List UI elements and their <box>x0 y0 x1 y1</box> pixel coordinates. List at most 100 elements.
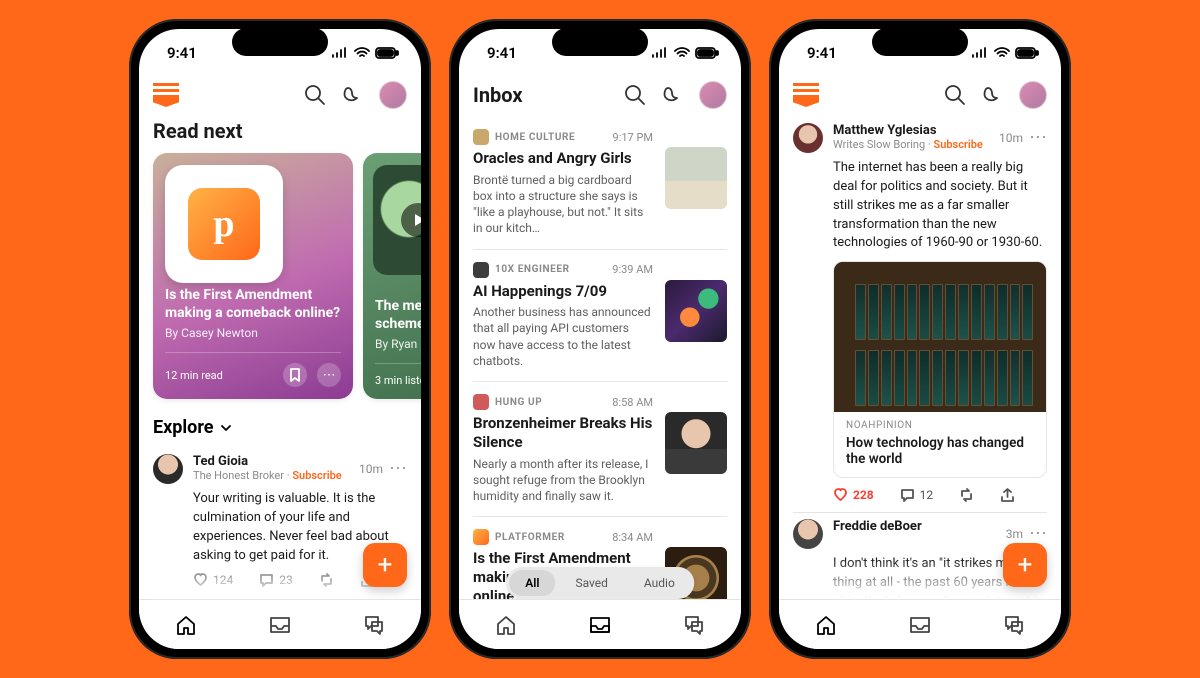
card-cover <box>165 165 283 283</box>
restack-button[interactable] <box>319 573 334 587</box>
inbox-excerpt: Brontë turned a big cardboard box into a… <box>473 172 653 237</box>
nav-inbox-icon[interactable] <box>907 612 933 638</box>
inbox-time: 8:58 AM <box>612 396 653 409</box>
app-header <box>779 73 1061 117</box>
inbox-time: 9:17 PM <box>613 131 653 144</box>
author-avatar[interactable] <box>793 519 823 549</box>
status-time: 9:41 <box>807 44 837 62</box>
profile-avatar[interactable] <box>699 81 727 109</box>
wifi-icon <box>674 47 690 59</box>
profile-avatar[interactable] <box>379 81 407 109</box>
author-avatar[interactable] <box>153 454 183 484</box>
dynamic-island <box>552 28 648 56</box>
publication-name: HUNG UP <box>495 397 542 408</box>
comment-button[interactable]: 12 <box>900 488 934 502</box>
inbox-time: 8:34 AM <box>612 531 653 544</box>
author-publication: Writes Slow Boring · Subscribe <box>833 138 989 151</box>
author-name[interactable]: Freddie deBoer <box>833 519 996 534</box>
more-icon[interactable]: ⋯ <box>1029 129 1047 147</box>
embedded-post[interactable]: NOAHPINION How technology has changed th… <box>833 261 1047 478</box>
card-cover <box>373 165 421 275</box>
activity-icon[interactable] <box>341 83 365 107</box>
nav-home-icon[interactable] <box>493 612 519 638</box>
card-author: By Casey Newton <box>165 326 341 340</box>
search-icon[interactable] <box>623 83 647 107</box>
read-next-carousel[interactable]: Is the First Amendment making a comeback… <box>153 153 407 399</box>
phone-home: 9:41 <box>129 19 431 659</box>
like-button[interactable]: 124 <box>193 573 233 587</box>
note-time: 3m <box>1006 527 1023 541</box>
publication-name: HOME CULTURE <box>495 132 575 143</box>
battery-icon <box>375 47 399 59</box>
inbox-thumbnail <box>665 147 727 209</box>
publication-icon <box>473 129 489 145</box>
note-time: 10m <box>999 131 1023 145</box>
compose-fab[interactable]: + <box>1003 543 1047 587</box>
subscribe-link[interactable]: Subscribe <box>292 469 341 482</box>
bookmark-icon[interactable] <box>283 363 307 387</box>
embed-image <box>834 262 1046 412</box>
nav-home-icon[interactable] <box>173 612 199 638</box>
activity-icon[interactable] <box>981 83 1005 107</box>
nav-chat-icon[interactable] <box>1001 612 1027 638</box>
filter-audio[interactable]: Audio <box>628 570 691 596</box>
filter-saved[interactable]: Saved <box>559 570 623 596</box>
status-time: 9:41 <box>167 44 197 62</box>
note-item[interactable]: Matthew Yglesias Writes Slow Boring · Su… <box>793 117 1047 513</box>
substack-logo-icon[interactable] <box>153 83 179 107</box>
card-title: Is the First Amendment making a comeback… <box>165 287 341 322</box>
card-duration: 3 min listen <box>375 374 421 387</box>
read-next-heading: Read next <box>153 119 407 143</box>
author-avatar[interactable] <box>793 123 823 153</box>
explore-heading[interactable]: Explore <box>153 417 407 438</box>
embed-title: How technology has changed the world <box>834 431 1046 477</box>
battery-icon <box>695 47 719 59</box>
nav-home-icon[interactable] <box>813 612 839 638</box>
inbox-thumbnail <box>665 412 727 474</box>
restack-button[interactable] <box>959 488 974 502</box>
inbox-excerpt: Nearly a month after its release, I soug… <box>473 456 653 505</box>
app-header: Inbox <box>459 73 741 117</box>
compose-fab[interactable]: + <box>363 543 407 587</box>
like-button[interactable]: 228 <box>833 488 874 502</box>
subscribe-link[interactable]: Subscribe <box>934 138 983 151</box>
phone-notes: 9:41 <box>769 19 1071 659</box>
author-name[interactable]: Ted Gioia <box>193 454 349 469</box>
bottom-nav <box>139 599 421 649</box>
inbox-item[interactable]: HOME CULTURE 9:17 PM Oracles and Angry G… <box>473 117 727 250</box>
play-icon[interactable] <box>401 203 421 237</box>
nav-chat-icon[interactable] <box>681 612 707 638</box>
more-icon[interactable]: ⋯ <box>389 460 407 478</box>
signal-icon <box>971 47 989 59</box>
wifi-icon <box>354 47 370 59</box>
share-button[interactable] <box>1000 488 1015 502</box>
search-icon[interactable] <box>303 83 327 107</box>
embed-publication: NOAHPINION <box>834 412 1046 431</box>
inbox-item[interactable]: 10X ENGINEER 9:39 AM AI Happenings 7/09 … <box>473 250 727 383</box>
inbox-title: Oracles and Angry Girls <box>473 149 653 168</box>
activity-icon[interactable] <box>661 83 685 107</box>
nav-inbox-icon[interactable] <box>267 612 293 638</box>
more-icon[interactable]: ⋯ <box>317 363 341 387</box>
search-icon[interactable] <box>943 83 967 107</box>
more-icon[interactable]: ⋯ <box>1029 525 1047 543</box>
read-next-card[interactable]: The memetic lang pyramid scheme By Ryan … <box>363 153 421 399</box>
inbox-item[interactable]: HUNG UP 8:58 AM Bronzenheimer Breaks His… <box>473 382 727 517</box>
profile-avatar[interactable] <box>1019 81 1047 109</box>
author-publication: The Honest Broker · Subscribe <box>193 469 349 482</box>
note-actions: 228 12 <box>833 488 1047 502</box>
card-title: The memetic lang pyramid scheme <box>375 298 421 333</box>
filter-all[interactable]: All <box>509 570 555 596</box>
signal-icon <box>651 47 669 59</box>
app-header <box>139 73 421 117</box>
inbox-filter-pills: All Saved Audio <box>506 567 694 599</box>
nav-inbox-icon[interactable] <box>587 612 613 638</box>
inbox-time: 9:39 AM <box>612 263 653 276</box>
substack-logo-icon[interactable] <box>793 83 819 107</box>
card-duration: 12 min read <box>165 369 223 382</box>
inbox-thumbnail <box>665 280 727 342</box>
nav-chat-icon[interactable] <box>361 612 387 638</box>
comment-button[interactable]: 23 <box>259 573 293 587</box>
author-name[interactable]: Matthew Yglesias <box>833 123 989 138</box>
read-next-card[interactable]: Is the First Amendment making a comeback… <box>153 153 353 399</box>
